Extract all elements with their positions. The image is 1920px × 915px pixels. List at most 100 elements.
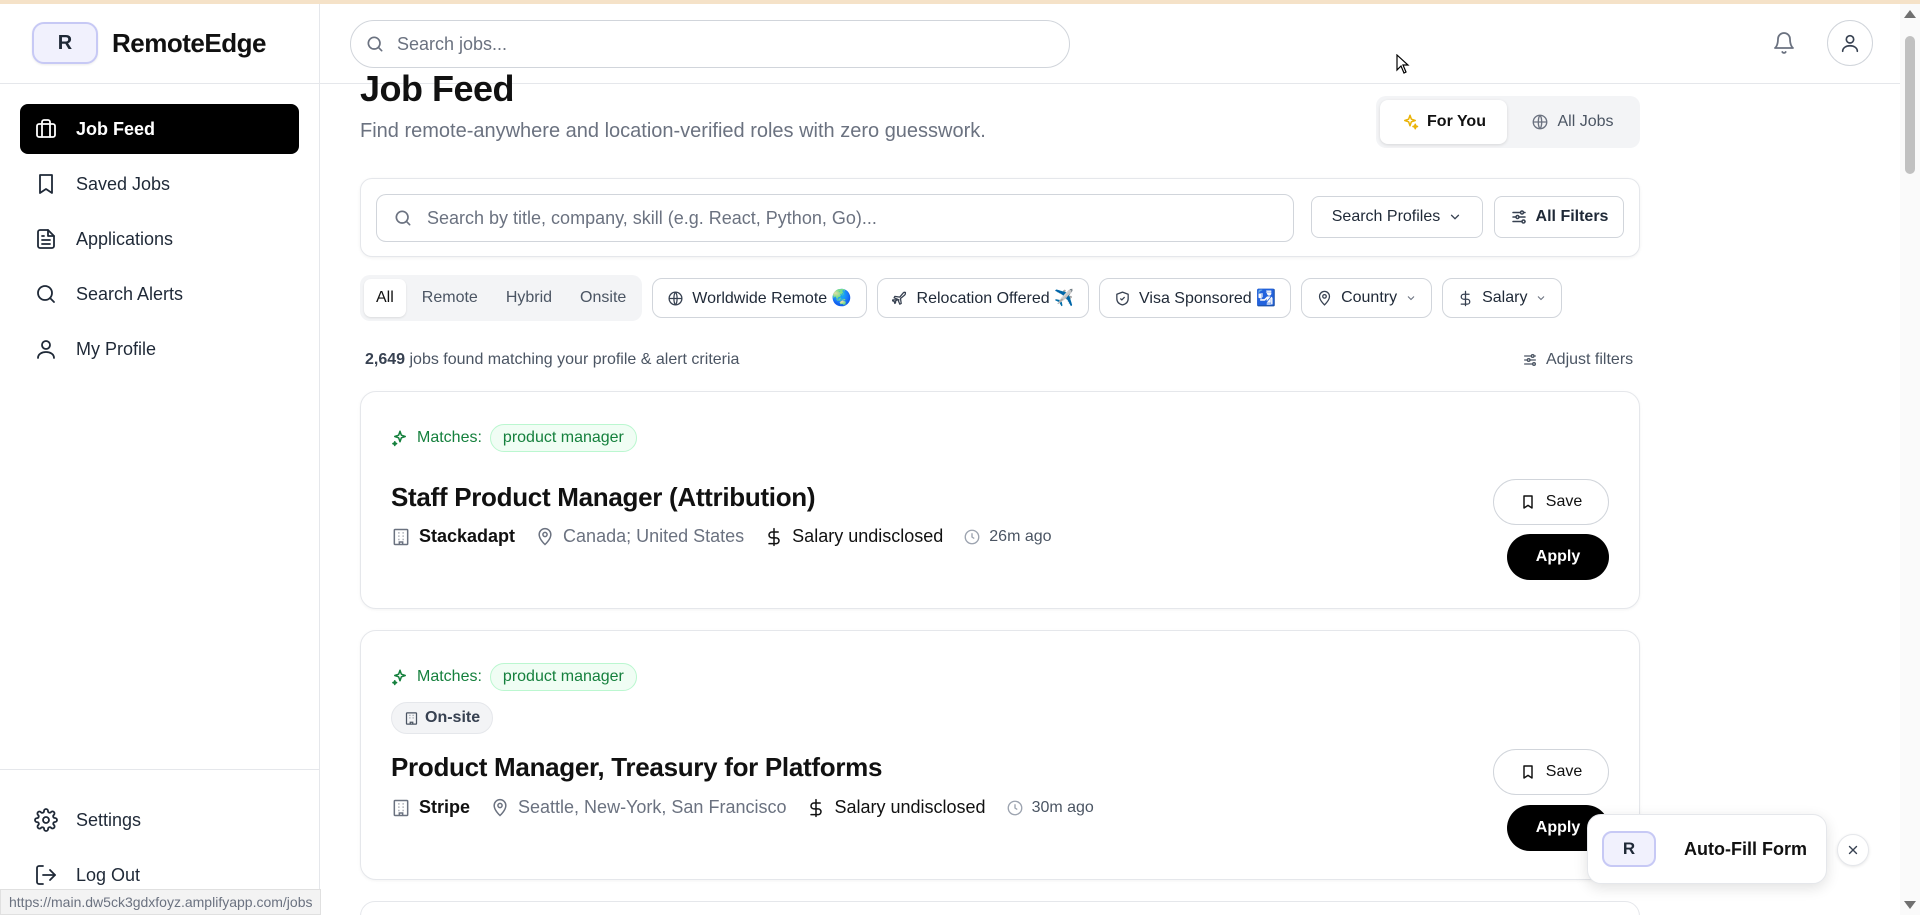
- job-matches: Matches: product manager: [391, 424, 637, 452]
- save-button[interactable]: Save: [1493, 749, 1609, 795]
- apply-button[interactable]: Apply: [1507, 534, 1609, 580]
- tab-all-jobs[interactable]: All Jobs: [1509, 100, 1636, 144]
- top-search[interactable]: [350, 20, 1070, 68]
- autofill-label: Auto-Fill Form: [1684, 838, 1807, 859]
- posted-text: 30m ago: [1031, 798, 1094, 816]
- work-type-hybrid[interactable]: Hybrid: [494, 279, 564, 317]
- job-salary: Salary undisclosed: [764, 526, 943, 547]
- work-type-all[interactable]: All: [364, 279, 406, 317]
- clock-icon: [964, 529, 980, 544]
- job-title[interactable]: Product Manager, Treasury for Platforms: [391, 752, 882, 783]
- map-pin-icon: [493, 798, 507, 817]
- work-type-remote[interactable]: Remote: [410, 279, 490, 317]
- sidebar-item-label: Saved Jobs: [76, 173, 171, 194]
- sparkle-icon: [392, 430, 406, 447]
- notifications-button[interactable]: [1772, 31, 1796, 60]
- brand[interactable]: R RemoteEdge: [32, 22, 266, 64]
- sidebar-item-label: My Profile: [76, 338, 157, 359]
- brand-name: RemoteEdge: [112, 27, 266, 58]
- chip-label: Country: [1341, 289, 1398, 306]
- results-text: jobs found matching your profile & alert…: [409, 351, 740, 368]
- search-icon: [37, 285, 55, 303]
- chip-relocation[interactable]: Relocation Offered ✈️: [876, 278, 1090, 318]
- country-dropdown[interactable]: Country: [1301, 278, 1433, 318]
- chip-visa-sponsored[interactable]: Visa Sponsored 🛂: [1099, 278, 1292, 318]
- sidebar-item-settings[interactable]: Settings: [20, 795, 299, 845]
- tab-label: For You: [1427, 113, 1486, 130]
- status-bar-url: https://main.dw5ck3gdxfoyz.amplifyapp.co…: [0, 889, 322, 915]
- dollar-icon: [1460, 290, 1471, 306]
- sidebar-nav: Job Feed Saved Jobs Applications Search …: [20, 104, 299, 379]
- mouse-cursor-icon: [1396, 54, 1410, 74]
- job-search-input[interactable]: [427, 207, 1267, 229]
- company-name: Stripe: [419, 797, 471, 817]
- search-profiles-dropdown[interactable]: Search Profiles: [1311, 196, 1483, 238]
- adjust-filters-link[interactable]: Adjust filters: [1522, 351, 1633, 369]
- autofill-widget[interactable]: R Auto-Fill Form: [1587, 814, 1827, 884]
- chip-label: Visa Sponsored 🛂: [1139, 290, 1277, 307]
- results-summary: 2,649 jobs found matching your profile &…: [365, 351, 739, 369]
- badge-label: On-site: [425, 709, 481, 726]
- sidebar-item-my-profile[interactable]: My Profile: [20, 324, 299, 374]
- gear-icon: [34, 808, 58, 832]
- match-tag: product manager: [489, 663, 637, 691]
- page-subtitle: Find remote-anywhere and location-verifi…: [360, 120, 986, 142]
- scroll-down-arrow-icon[interactable]: [1904, 901, 1916, 909]
- dollar-icon: [768, 527, 780, 546]
- company-name: Stackadapt: [419, 526, 516, 546]
- sidebar-item-search-alerts[interactable]: Search Alerts: [20, 269, 299, 319]
- job-company: Stackadapt: [391, 526, 515, 547]
- job-posted: 30m ago: [1006, 799, 1094, 817]
- job-company: Stripe: [391, 797, 470, 818]
- job-card[interactable]: Matches: product manager Staff Product M…: [360, 391, 1640, 609]
- salary-dropdown[interactable]: Salary: [1442, 278, 1563, 318]
- work-type-onsite[interactable]: Onsite: [568, 279, 638, 317]
- chevron-down-icon: [1538, 296, 1545, 301]
- scroll-thumb[interactable]: [1905, 36, 1915, 174]
- sliders-icon: [1511, 210, 1526, 224]
- sidebar-item-label: Job Feed: [76, 118, 156, 139]
- autofill-close-button[interactable]: [1837, 834, 1869, 866]
- globe-icon: [1533, 114, 1548, 130]
- salary-text: Salary undisclosed: [834, 797, 986, 817]
- search-icon: [367, 36, 383, 52]
- sidebar-item-label: Search Alerts: [76, 283, 184, 304]
- close-icon: [1848, 845, 1858, 855]
- chip-worldwide-remote[interactable]: Worldwide Remote 🌏: [652, 278, 867, 318]
- bookmark-icon: [1523, 765, 1533, 779]
- sidebar-item-applications[interactable]: Applications: [20, 214, 299, 264]
- plane-icon: [891, 291, 906, 305]
- sidebar-item-label: Settings: [76, 809, 142, 830]
- matches-label: Matches:: [417, 668, 482, 685]
- filter-chips: All Remote Hybrid Onsite Worldwide Remot…: [360, 274, 1563, 322]
- save-label: Save: [1545, 763, 1583, 780]
- top-search-input[interactable]: [397, 33, 1037, 55]
- all-filters-button[interactable]: All Filters: [1494, 196, 1624, 238]
- divider: [0, 83, 320, 84]
- sidebar-item-job-feed[interactable]: Job Feed: [20, 104, 299, 154]
- matches-label: Matches:: [417, 429, 482, 446]
- results-count: 2,649: [365, 351, 406, 368]
- chip-label: Relocation Offered ✈️: [916, 290, 1075, 307]
- job-card[interactable]: Matches: product manager On-site Product…: [360, 630, 1640, 880]
- search-profiles-label: Search Profiles: [1331, 208, 1441, 225]
- user-menu-button[interactable]: [1827, 20, 1873, 66]
- top-header: [320, 4, 1900, 84]
- work-type-badge: On-site: [391, 702, 494, 734]
- scroll-up-arrow-icon[interactable]: [1904, 10, 1916, 18]
- scrollbar[interactable]: [1900, 4, 1920, 915]
- job-posted: 26m ago: [963, 528, 1052, 546]
- job-search[interactable]: [376, 194, 1294, 242]
- work-type-segment: All Remote Hybrid Onsite: [360, 275, 643, 321]
- job-card[interactable]: [360, 901, 1640, 915]
- filter-card: Search Profiles All Filters: [360, 178, 1640, 257]
- document-icon: [37, 229, 55, 249]
- tab-for-you[interactable]: For You: [1380, 100, 1507, 144]
- bookmark-icon: [1523, 495, 1533, 509]
- save-button[interactable]: Save: [1493, 479, 1609, 525]
- job-title[interactable]: Staff Product Manager (Attribution): [391, 482, 816, 513]
- sidebar-item-saved-jobs[interactable]: Saved Jobs: [20, 159, 299, 209]
- logout-icon: [36, 865, 56, 885]
- user-icon: [1841, 34, 1859, 53]
- search-icon: [395, 210, 411, 226]
